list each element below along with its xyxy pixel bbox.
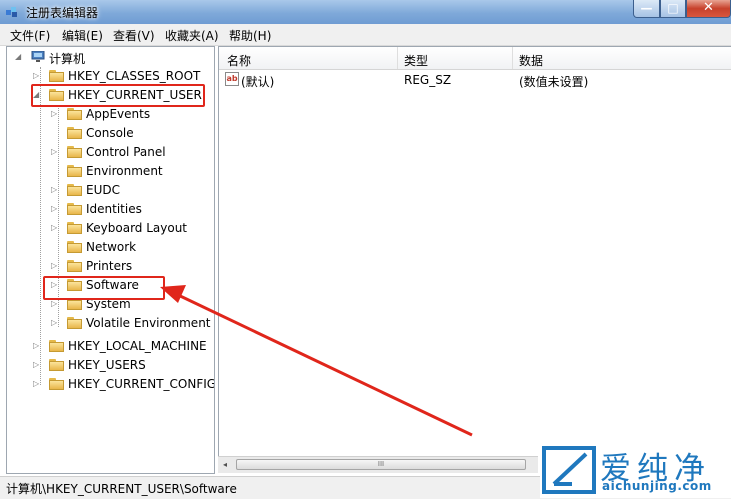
tree-node-hkcc[interactable]: ▷ HKEY_CURRENT_CONFIG: [31, 375, 214, 394]
values-list[interactable]: 名称 类型 数据 ab (默认) REG_SZ (数值未设置): [218, 46, 731, 473]
expand-icon[interactable]: ▷: [51, 319, 59, 327]
expand-icon[interactable]: ▷: [33, 342, 41, 350]
tree-label: EUDC: [86, 183, 120, 197]
tree-label: 计算机: [49, 52, 86, 66]
tree-label: Network: [86, 240, 137, 254]
folder-icon: [67, 241, 82, 253]
maximize-button[interactable]: □: [660, 0, 686, 18]
folder-icon: [67, 165, 82, 177]
hkcu-highlight-box: [31, 84, 205, 107]
tree-node-console[interactable]: Console: [49, 124, 209, 143]
tree-node-computer[interactable]: ◢ 计算机: [13, 48, 203, 67]
horizontal-scrollbar[interactable]: ◂ III: [218, 456, 538, 473]
computer-icon: [31, 51, 45, 62]
column-header-data[interactable]: 数据: [519, 52, 543, 69]
tree-node-hku[interactable]: ▷ HKEY_USERS: [31, 356, 211, 375]
expanded-icon[interactable]: ◢: [15, 53, 23, 61]
expand-icon[interactable]: ▷: [51, 205, 59, 213]
tree-node-hklm[interactable]: ▷ HKEY_LOCAL_MACHINE: [31, 337, 211, 356]
expand-icon[interactable]: ▷: [51, 300, 59, 308]
folder-icon: [67, 127, 82, 139]
tree-node-control-panel[interactable]: ▷ Control Panel: [49, 143, 209, 162]
expand-icon[interactable]: ▷: [51, 186, 59, 194]
column-separator[interactable]: [397, 47, 398, 69]
tree-label: Volatile Environment: [86, 316, 211, 330]
tree-label: HKEY_CLASSES_ROOT: [68, 69, 201, 83]
column-header-name[interactable]: 名称: [227, 52, 251, 69]
folder-icon: [49, 359, 64, 371]
list-header: 名称 类型 数据: [219, 47, 731, 70]
tree-node-printers[interactable]: ▷ Printers: [49, 257, 209, 276]
value-type: REG_SZ: [404, 73, 452, 87]
watermark-logo-icon: [542, 446, 596, 494]
tree-node-network[interactable]: Network: [49, 238, 209, 257]
menu-bar: 文件(F) 编辑(E) 查看(V) 收藏夹(A) 帮助(H): [0, 24, 731, 46]
tree-label: Console: [86, 126, 134, 140]
menu-favorites[interactable]: 收藏夹(A): [165, 27, 219, 44]
menu-view[interactable]: 查看(V): [113, 27, 155, 44]
tree-node-environment[interactable]: Environment: [49, 162, 209, 181]
tree-label: Control Panel: [86, 145, 166, 159]
software-highlight-box: [43, 276, 165, 300]
tree-label: HKEY_CURRENT_CONFIG: [68, 377, 215, 391]
expand-icon[interactable]: ▷: [51, 262, 59, 270]
folder-icon: [67, 184, 82, 196]
string-value-icon: ab: [225, 72, 239, 86]
folder-icon: [67, 108, 82, 120]
folder-icon: [67, 203, 82, 215]
menu-edit[interactable]: 编辑(E): [62, 27, 103, 44]
tree-label: HKEY_LOCAL_MACHINE: [68, 339, 207, 353]
registry-tree[interactable]: ◢ 计算机 ▷ HKEY_CLASSES_ROOT ◢ HKEY_CURRENT…: [6, 46, 215, 474]
expand-icon[interactable]: ▷: [33, 72, 41, 80]
expand-icon[interactable]: ▷: [51, 110, 59, 118]
folder-icon: [49, 70, 64, 82]
menu-help[interactable]: 帮助(H): [229, 27, 271, 44]
expand-icon[interactable]: ▷: [51, 224, 59, 232]
title-bar: 注册表编辑器 — □ ✕: [0, 0, 731, 24]
tree-node-volatile-environment[interactable]: ▷ Volatile Environment: [49, 314, 211, 333]
menu-file[interactable]: 文件(F): [10, 27, 50, 44]
folder-icon: [49, 378, 64, 390]
tree-node-keyboard-layout[interactable]: ▷ Keyboard Layout: [49, 219, 209, 238]
tree-label: AppEvents: [86, 107, 151, 121]
status-path: 计算机\HKEY_CURRENT_USER\Software: [6, 482, 237, 496]
window-title: 注册表编辑器: [26, 6, 99, 20]
value-name: (默认): [241, 75, 275, 89]
expand-icon[interactable]: ▷: [33, 361, 41, 369]
scrollbar-thumb[interactable]: III: [236, 459, 526, 470]
scroll-left-icon[interactable]: ◂: [223, 460, 227, 469]
tree-label: Printers: [86, 259, 133, 273]
watermark: 爱纯净 aichunjing.com: [540, 443, 731, 498]
tree-node-identities[interactable]: ▷ Identities: [49, 200, 209, 219]
expand-icon[interactable]: ▷: [51, 148, 59, 156]
column-header-type[interactable]: 类型: [404, 52, 428, 69]
tree-label: Environment: [86, 164, 163, 178]
watermark-url: aichunjing.com: [602, 479, 712, 493]
tree-node-eudc[interactable]: ▷ EUDC: [49, 181, 209, 200]
column-separator[interactable]: [512, 47, 513, 69]
list-row[interactable]: ab (默认) REG_SZ (数值未设置): [219, 71, 731, 89]
tree-label: Keyboard Layout: [86, 221, 188, 235]
folder-icon: [49, 340, 64, 352]
minimize-button[interactable]: —: [633, 0, 660, 18]
value-data: (数值未设置): [519, 75, 589, 89]
folder-icon: [67, 146, 82, 158]
regedit-icon: [6, 7, 17, 17]
folder-icon: [67, 260, 82, 272]
folder-icon: [67, 222, 82, 234]
tree-label: Identities: [86, 202, 142, 216]
expand-icon[interactable]: ▷: [33, 380, 41, 388]
tree-node-appevents[interactable]: ▷ AppEvents: [49, 105, 209, 124]
folder-icon: [67, 317, 82, 329]
close-button[interactable]: ✕: [686, 0, 731, 18]
tree-label: HKEY_USERS: [68, 358, 146, 372]
